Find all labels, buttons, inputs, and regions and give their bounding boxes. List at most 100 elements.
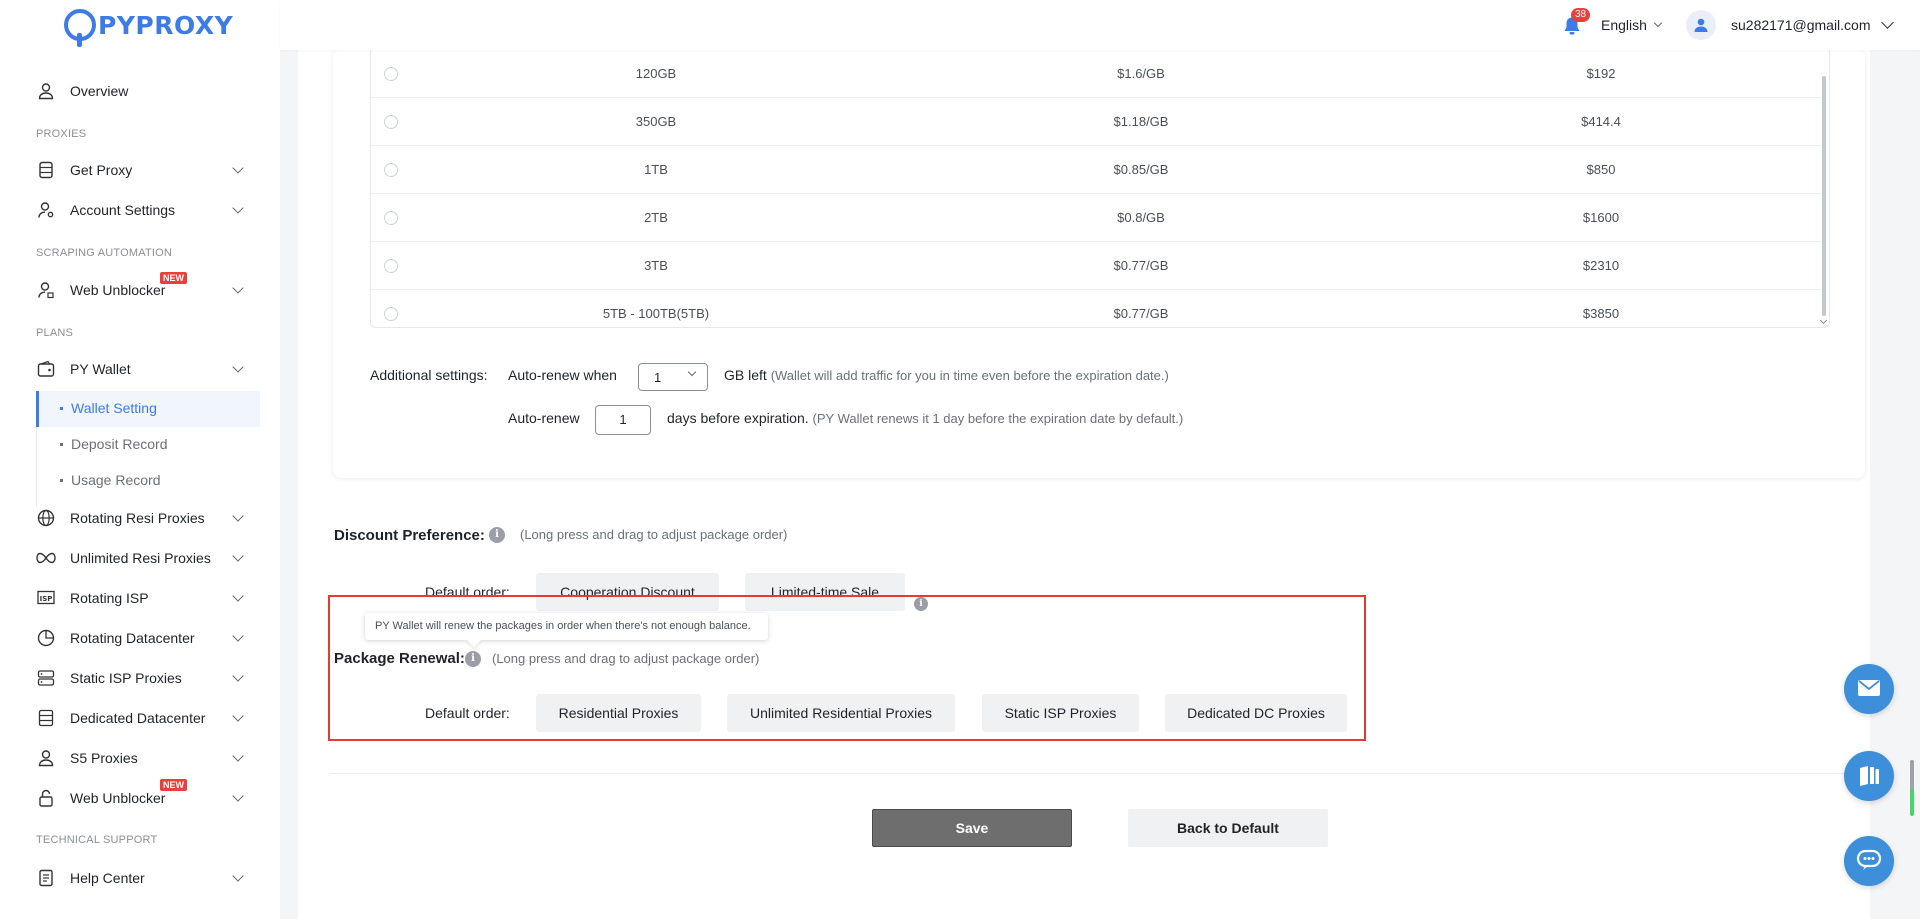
days-before-input[interactable]: 1 xyxy=(595,405,651,435)
new-badge: NEW xyxy=(160,272,187,284)
renewal-tooltip: PY Wallet will renew the packages in ord… xyxy=(365,613,768,640)
chevron-down-icon xyxy=(232,282,244,294)
docs-button[interactable] xyxy=(1844,751,1894,801)
sidebar-item-unlimited-resi[interactable]: Unlimited Resi Proxies xyxy=(36,543,246,573)
chevron-down-icon xyxy=(1880,16,1894,29)
bullet-icon xyxy=(60,406,63,410)
chip-residential-proxies[interactable]: Residential Proxies xyxy=(536,694,701,732)
table-row[interactable]: 2TB $0.8/GB $1600 xyxy=(371,194,1821,242)
package-radio[interactable] xyxy=(384,259,398,273)
user-icon xyxy=(36,748,56,768)
table-row[interactable]: 120GB $1.6/GB $192 xyxy=(371,50,1821,98)
wallet-icon xyxy=(36,359,56,379)
sidebar-subitem-deposit-record[interactable]: Deposit Record xyxy=(60,436,168,452)
user-menu[interactable]: su282171@gmail.com xyxy=(1731,16,1894,33)
book-icon xyxy=(1857,764,1881,789)
package-price-per-gb: $1.6/GB xyxy=(1117,66,1165,81)
sidebar-item-py-wallet[interactable]: PY Wallet xyxy=(36,354,246,384)
lock-open-icon xyxy=(36,788,56,808)
package-size: 1TB xyxy=(644,162,668,177)
back-to-default-button[interactable]: Back to Default xyxy=(1128,809,1328,847)
sidebar-item-s5-proxies[interactable]: S5 Proxies xyxy=(36,743,246,773)
gb-left-hint: (Wallet will add traffic for you in time… xyxy=(770,368,1169,383)
gb-left-select-value: 1 xyxy=(654,370,662,385)
save-button[interactable]: Save xyxy=(872,809,1072,847)
package-size: 350GB xyxy=(635,114,677,129)
sidebar-item-label: Rotating ISP xyxy=(70,590,149,606)
sidebar-item-label: Unlimited Resi Proxies xyxy=(70,550,211,566)
language-selector[interactable]: English xyxy=(1601,17,1663,33)
sidebar-item-label: Rotating Resi Proxies xyxy=(70,510,205,526)
chip-dedicated-dc-proxies[interactable]: Dedicated DC Proxies xyxy=(1165,694,1347,732)
sidebar-item-web-unblocker[interactable]: Web Unblocker xyxy=(36,275,246,305)
table-row[interactable]: 1TB $0.85/GB $850 xyxy=(371,146,1821,194)
days-before-label: days before expiration. (PY Wallet renew… xyxy=(667,410,1183,426)
table-row[interactable]: 5TB - 100TB(5TB) $0.77/GB $3850 xyxy=(371,290,1821,338)
sidebar-item-label: S5 Proxies xyxy=(70,750,138,766)
days-before-hint: (PY Wallet renews it 1 day before the ex… xyxy=(812,411,1184,426)
package-radio[interactable] xyxy=(384,307,398,321)
language-label: English xyxy=(1601,17,1647,33)
database-icon xyxy=(36,160,56,180)
package-radio[interactable] xyxy=(384,67,398,81)
table-scrollbar[interactable] xyxy=(1822,76,1826,316)
pie-chart-icon xyxy=(36,628,56,648)
chip-unlimited-residential-proxies[interactable]: Unlimited Residential Proxies xyxy=(727,694,955,732)
user-icon xyxy=(36,81,56,101)
sidebar-item-overview[interactable]: Overview xyxy=(36,76,246,106)
user-unlock-icon xyxy=(36,280,56,300)
package-total: $850 xyxy=(1586,162,1616,177)
sidebar-subitem-label: Wallet Setting xyxy=(71,400,157,416)
submenu-rail xyxy=(36,427,37,507)
avatar[interactable] xyxy=(1686,10,1716,40)
server-icon xyxy=(36,668,56,688)
user-email: su282171@gmail.com xyxy=(1731,17,1871,33)
package-price-per-gb: $1.18/GB xyxy=(1113,114,1169,129)
document-icon xyxy=(36,868,56,888)
chevron-down-icon xyxy=(232,670,244,682)
package-radio[interactable] xyxy=(384,115,398,129)
sidebar-subitem-usage-record[interactable]: Usage Record xyxy=(60,472,161,488)
user-settings-icon xyxy=(36,200,56,220)
info-icon[interactable]: i xyxy=(465,651,481,667)
table-row[interactable]: 350GB $1.18/GB $414.4 xyxy=(371,98,1821,146)
datacenter-icon xyxy=(36,708,56,728)
sidebar-subitem-label: Deposit Record xyxy=(71,436,168,452)
sidebar-subitem-wallet-setting[interactable]: Wallet Setting xyxy=(60,400,157,416)
chevron-down-icon xyxy=(232,750,244,762)
auto-renew-when-label: Auto-renew when xyxy=(508,367,617,383)
sidebar-item-label: Account Settings xyxy=(70,202,176,218)
sidebar-item-account-settings[interactable]: Account Settings xyxy=(36,195,246,225)
package-radio[interactable] xyxy=(384,163,398,177)
table-row[interactable]: 3TB $0.77/GB $2310 xyxy=(371,242,1821,290)
package-total: $3850 xyxy=(1582,306,1620,321)
sidebar-item-rotating-resi[interactable]: Rotating Resi Proxies xyxy=(36,503,246,533)
sidebar-item-rotating-dc[interactable]: Rotating Datacenter xyxy=(36,623,246,653)
infinity-icon xyxy=(36,548,56,568)
package-price-per-gb: $0.8/GB xyxy=(1117,210,1165,225)
sidebar-item-get-proxy[interactable]: Get Proxy xyxy=(36,155,246,185)
gb-left-select[interactable]: 1 xyxy=(638,363,708,391)
sidebar-item-rotating-isp[interactable]: ISP Rotating ISP xyxy=(36,583,246,613)
renewal-order-label: Default order: xyxy=(425,705,510,721)
brand-logo[interactable]: PYPROXY xyxy=(64,8,233,47)
days-before-text: days before expiration. xyxy=(667,410,809,426)
sidebar-item-label: Rotating Datacenter xyxy=(70,630,195,646)
package-radio[interactable] xyxy=(384,211,398,225)
package-size: 5TB - 100TB(5TB) xyxy=(602,306,710,321)
sidebar-item-help-center[interactable]: Help Center xyxy=(36,863,246,893)
chat-support-button[interactable] xyxy=(1844,836,1894,886)
package-total: $2310 xyxy=(1582,258,1620,273)
sidebar-item-web-unblocker-2[interactable]: Web Unblocker xyxy=(36,783,246,813)
sidebar-item-label: Static ISP Proxies xyxy=(70,670,182,686)
sidebar-item-static-isp[interactable]: Static ISP Proxies xyxy=(36,663,246,693)
notification-count-badge: 38 xyxy=(1571,8,1591,22)
top-bar xyxy=(280,0,1920,50)
sidebar-item-dedicated-dc[interactable]: Dedicated Datacenter xyxy=(36,703,246,733)
page-scroll-thumb[interactable] xyxy=(1910,760,1914,790)
email-support-button[interactable] xyxy=(1844,664,1894,714)
chip-static-isp-proxies[interactable]: Static ISP Proxies xyxy=(982,694,1139,732)
logo-mark-icon xyxy=(64,9,96,47)
info-icon[interactable]: i xyxy=(489,527,505,543)
chevron-down-icon xyxy=(1653,18,1663,28)
